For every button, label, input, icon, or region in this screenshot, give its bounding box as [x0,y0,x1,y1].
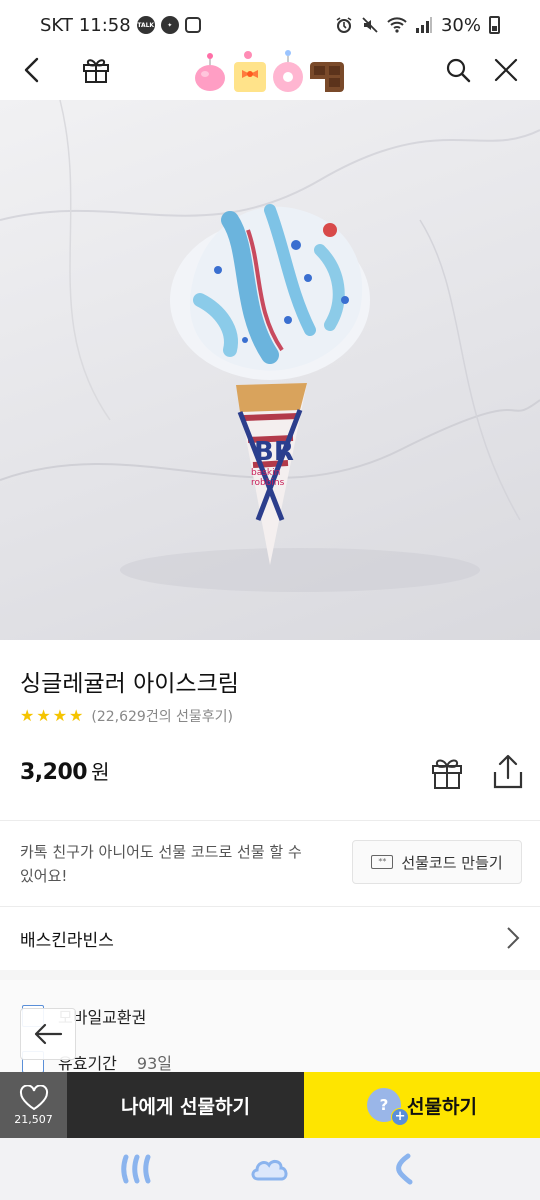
home-button[interactable] [247,1149,293,1189]
recent-apps-icon [120,1154,151,1184]
price-value: 3,200 [20,760,88,785]
rating[interactable]: ★ ★ ★ ★ (22,629건의 선물후기) [20,706,233,726]
create-gift-code-label: 선물코드 만들기 [401,853,503,872]
instagram-notification-icon [184,17,201,33]
carrier-label: SKT [40,14,73,36]
gift-code-description: 카톡 친구가 아니어도 선물 코드로 선물 할 수 있어요! [20,843,302,885]
review-count[interactable]: (22,629건의 선물후기) [91,706,233,726]
star-icon: ★ [36,706,51,725]
dessert-logo-icon [195,50,344,92]
gift-box-button[interactable] [76,50,116,90]
gift-to-self-button[interactable]: 나에게 선물하기 [67,1072,304,1138]
share-icon [493,754,523,789]
bottom-action-bar: 21,507 나에게 선물하기 ? + 선물하기 [0,1072,540,1138]
send-gift-button[interactable]: ? + 선물하기 [304,1072,540,1138]
gift-icon [432,759,462,789]
send-gift-label: 선물하기 [407,1095,477,1118]
kakao-gift-logo[interactable] [192,46,352,94]
messenger-notification-icon: ✦ [160,16,179,34]
close-button[interactable] [486,50,526,90]
validity-value: 93일 [136,1054,172,1073]
floating-back-button[interactable] [20,1008,76,1060]
back-button[interactable] [12,50,52,90]
close-icon [494,58,518,82]
brand-link[interactable]: 배스킨라빈스 [0,906,540,970]
recent-apps-button[interactable] [114,1149,160,1189]
chevron-right-icon [507,927,520,949]
kakaotalk-notification-icon: TALK [136,16,155,34]
gift-icon [83,59,109,83]
star-icon: ★ [69,706,84,725]
product-info-section: 모바일교환권 유효기간 93일 [0,980,540,1073]
arrow-left-icon [34,1023,63,1045]
top-navigation [0,40,540,100]
create-gift-code-button[interactable]: ** 선물코드 만들기 [352,840,522,884]
wishlist-button[interactable]: 21,507 [0,1072,67,1138]
product-image: BR baskin robbins [0,100,540,640]
clock: 11:58 [78,14,131,36]
section-spacer [0,970,540,980]
system-back-button[interactable] [380,1149,426,1189]
svg-text:BR: BR [254,437,294,467]
status-left: SKT 11:58 TALK ✦ [40,15,201,36]
share-button[interactable] [490,754,526,792]
chevron-left-icon [24,57,39,83]
brand-name: 배스킨라빈스 [20,930,114,951]
system-navigation-bar [0,1138,540,1200]
wishlist-count: 21,507 [14,1112,53,1126]
ticket-icon: ** [371,855,394,869]
battery-percent: 30% [440,14,481,36]
ice-cream-cone-image: BR baskin robbins [0,100,540,592]
section-divider [0,820,540,821]
gift-wrap-button[interactable] [428,754,466,792]
status-right: 30% [335,15,500,36]
search-icon [446,58,471,83]
signal-icon [415,17,432,33]
star-icon: ★ [20,706,35,725]
star-icon: ★ [52,706,68,725]
back-curl-icon [396,1153,413,1185]
svg-text:robbins: robbins [251,478,285,488]
gift-friend-add-icon: ? + [367,1088,410,1126]
mute-icon [362,17,378,33]
price: 3,200 원 [20,756,109,785]
search-button[interactable] [438,50,478,90]
alarm-icon [336,17,352,33]
heart-icon [19,1084,48,1110]
plus-icon: + [391,1108,410,1126]
gift-bubble-mark: ? [379,1096,389,1114]
price-unit: 원 [91,760,109,784]
product-title: 싱글레귤러 아이스크림 [20,671,239,697]
wifi-icon [387,17,407,33]
home-cloud-icon [251,1159,288,1181]
svg-text:baskin: baskin [251,468,280,478]
battery-icon [489,16,500,34]
